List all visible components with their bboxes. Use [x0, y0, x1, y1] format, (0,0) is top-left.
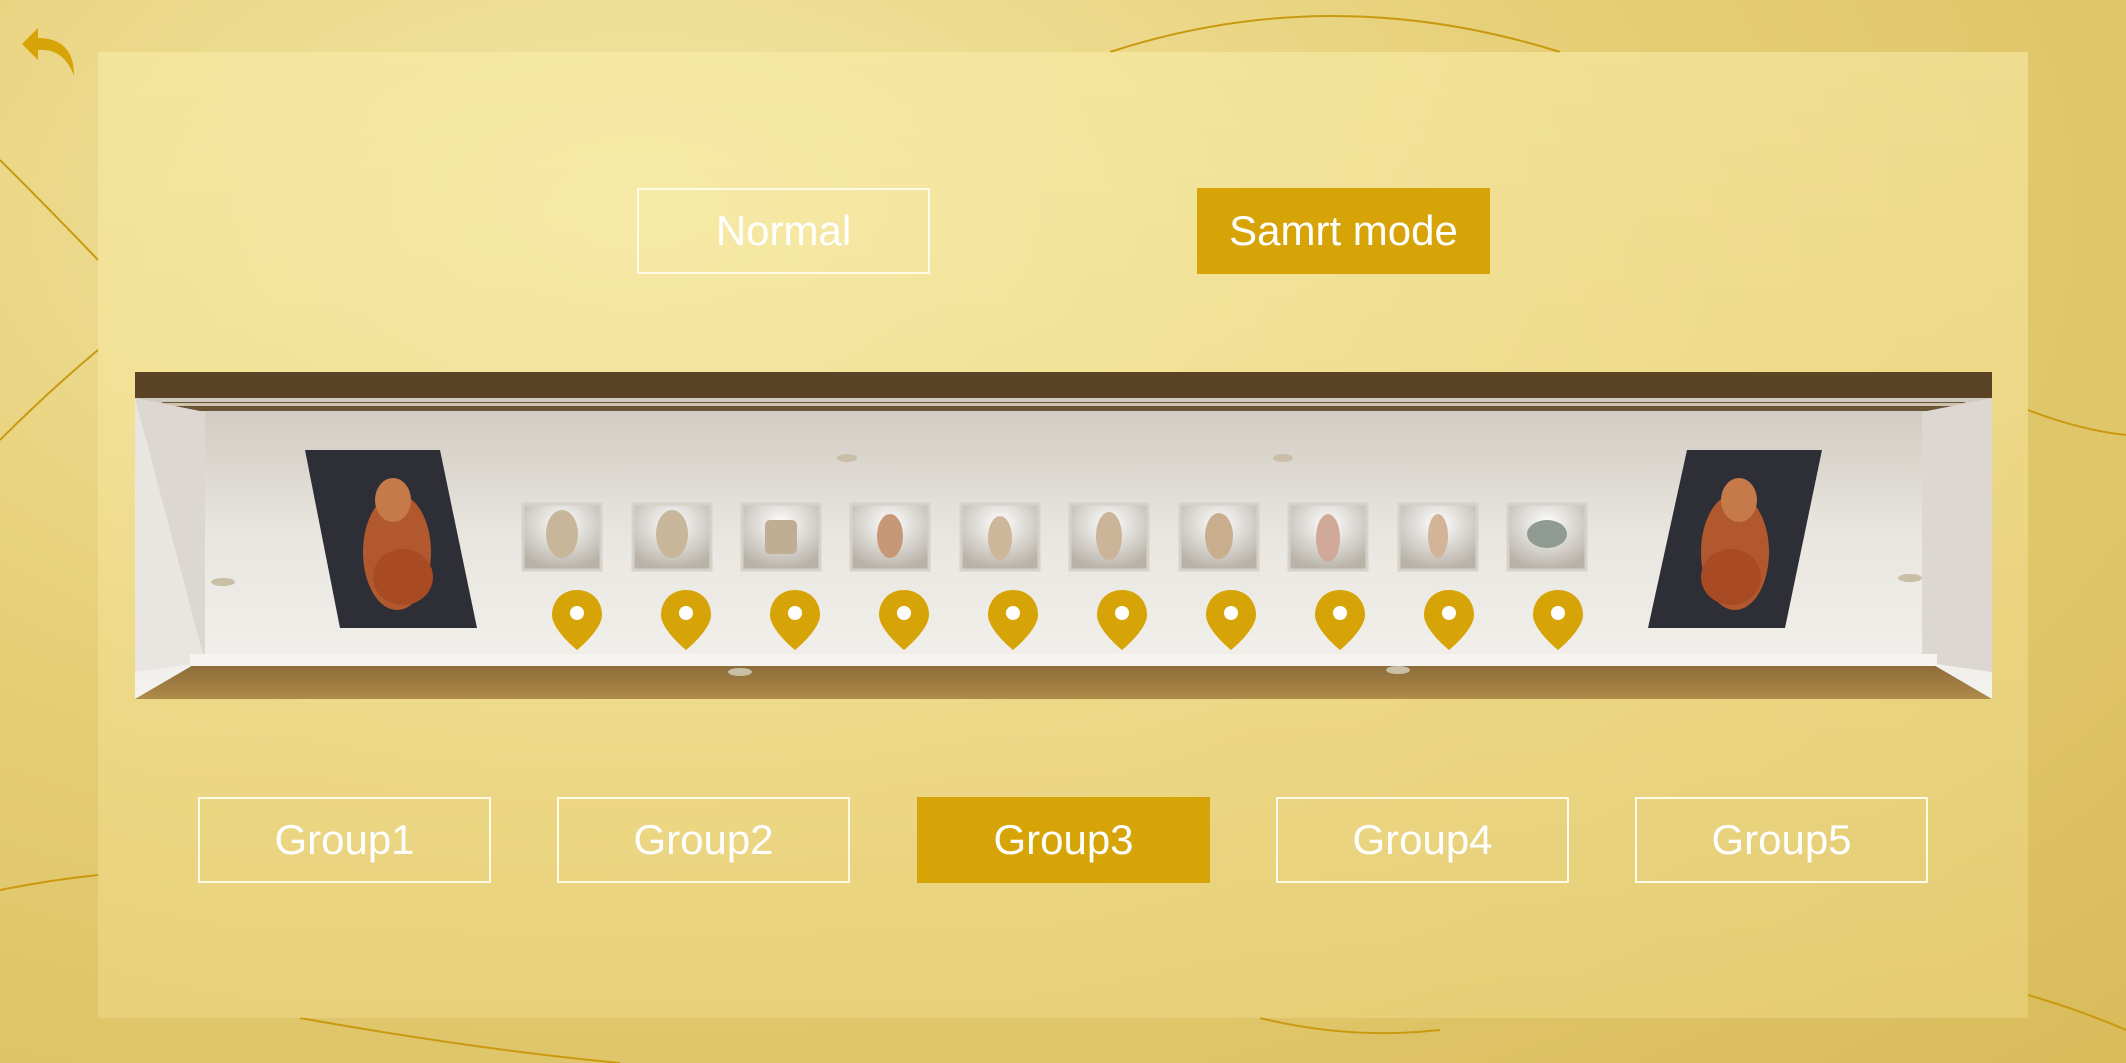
- normal-mode-button[interactable]: Normal: [637, 188, 930, 274]
- group-label: Group5: [1711, 816, 1852, 863]
- exhibit-pin-2[interactable]: [659, 588, 713, 652]
- group-button-2[interactable]: Group2: [557, 797, 850, 883]
- group-button-1[interactable]: Group1: [198, 797, 491, 883]
- normal-mode-label: Normal: [715, 207, 852, 254]
- exhibit-pin-8[interactable]: [1313, 588, 1367, 652]
- exhibit-pin-7[interactable]: [1204, 588, 1258, 652]
- group-label: Group4: [1352, 816, 1493, 863]
- exhibit-pin-5[interactable]: [986, 588, 1040, 652]
- back-arrow-icon[interactable]: [20, 22, 80, 82]
- group-label: Group3: [993, 816, 1134, 863]
- exhibit-pin-6[interactable]: [1095, 588, 1149, 652]
- display-case: [135, 372, 1992, 699]
- smart-mode-button[interactable]: Samrt mode: [1197, 188, 1490, 274]
- group-label: Group2: [633, 816, 774, 863]
- exhibit-pin-4[interactable]: [877, 588, 931, 652]
- group-button-4[interactable]: Group4: [1276, 797, 1569, 883]
- exhibit-pin-10[interactable]: [1531, 588, 1585, 652]
- exhibit-pin-3[interactable]: [768, 588, 822, 652]
- smart-mode-label: Samrt mode: [1229, 207, 1458, 254]
- exhibit-pin-9[interactable]: [1422, 588, 1476, 652]
- group-button-5[interactable]: Group5: [1635, 797, 1928, 883]
- group-button-3[interactable]: Group3: [917, 797, 1210, 883]
- exhibit-pin-1[interactable]: [550, 588, 604, 652]
- group-label: Group1: [274, 816, 415, 863]
